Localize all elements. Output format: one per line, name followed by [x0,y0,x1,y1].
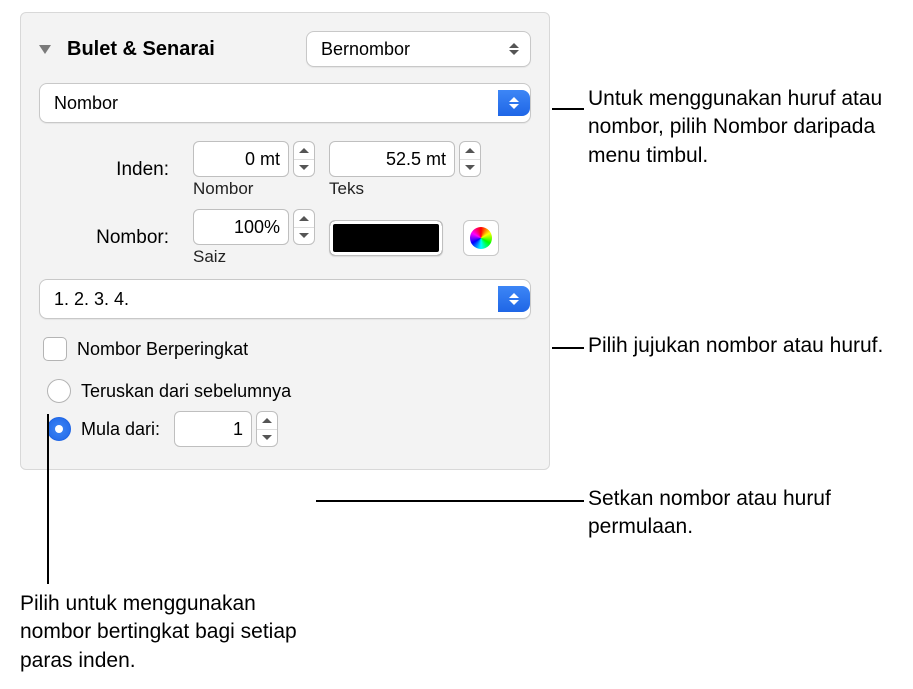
number-size-sublabel: Saiz [193,247,315,267]
stepper-buttons[interactable] [293,209,315,245]
popup-arrows-icon [498,90,530,116]
stepper-up-icon[interactable] [257,412,277,430]
popup-arrows-icon [507,43,520,55]
start-from-input[interactable] [174,411,252,447]
bullets-lists-panel: Bulet & Senarai Bernombor Nombor Inden: … [20,12,550,470]
panel-title: Bulet & Senarai [67,38,215,61]
callout-start: Setkan nombor atau huruf permulaan. [588,485,898,542]
stepper-buttons[interactable] [256,411,278,447]
stepper-up-icon[interactable] [294,142,314,160]
list-style-popup[interactable]: Bernombor [306,31,531,67]
disclosure-triangle-icon[interactable] [39,45,51,54]
indent-label: Inden: [39,159,179,181]
list-style-value: Bernombor [321,39,410,60]
callout-type: Untuk menggunakan huruf atau nombor, pil… [588,85,898,170]
number-size-group: Saiz [193,209,315,267]
stepper-down-icon[interactable] [257,430,277,447]
stepper-buttons[interactable] [293,141,315,177]
number-label: Nombor: [39,227,179,249]
panel-header: Bulet & Senarai Bernombor [39,31,531,67]
indent-row: Inden: Nombor Teks [39,141,531,199]
number-row: Nombor: Saiz [39,209,531,267]
indent-text-group: Teks [329,141,481,199]
indent-number-input[interactable] [193,141,289,177]
start-from-radio[interactable] [47,417,71,441]
start-from-label: Mula dari: [81,419,160,440]
stepper-up-icon[interactable] [460,142,480,160]
indent-text-stepper[interactable] [329,141,481,177]
callout-sequence: Pilih jujukan nombor atau huruf. [588,332,898,360]
tiered-numbers-label: Nombor Berperingkat [77,339,248,360]
tiered-numbers-checkbox[interactable] [43,337,67,361]
tiered-numbers-row: Nombor Berperingkat [43,337,531,361]
indent-number-stepper[interactable] [193,141,315,177]
number-size-input[interactable] [193,209,289,245]
color-wheel-icon [470,227,492,249]
indent-number-sublabel: Nombor [193,179,315,199]
stepper-down-icon[interactable] [294,228,314,245]
number-type-popup[interactable]: Nombor [39,83,531,123]
callout-line [552,108,584,110]
continue-label: Teruskan dari sebelumnya [81,381,291,402]
sequence-popup[interactable]: 1. 2. 3. 4. [39,279,531,319]
callout-line [316,500,584,502]
stepper-down-icon[interactable] [294,160,314,177]
stepper-buttons[interactable] [459,141,481,177]
indent-text-input[interactable] [329,141,455,177]
number-size-stepper[interactable] [193,209,315,245]
sequence-value: 1. 2. 3. 4. [54,289,129,310]
popup-arrows-icon [498,286,530,312]
callout-tiered: Pilih untuk menggunakan nombor bertingka… [20,590,320,675]
start-from-row: Mula dari: [47,411,531,447]
stepper-up-icon[interactable] [294,210,314,228]
stepper-down-icon[interactable] [460,160,480,177]
indent-text-sublabel: Teks [329,179,481,199]
start-from-stepper[interactable] [174,411,278,447]
callout-line [552,347,584,349]
continue-row: Teruskan dari sebelumnya [47,379,531,403]
number-type-value: Nombor [54,93,118,114]
continue-radio[interactable] [47,379,71,403]
indent-number-group: Nombor [193,141,315,199]
callout-line [47,414,49,584]
color-picker-button[interactable] [463,220,499,256]
number-color-well[interactable] [329,220,443,256]
